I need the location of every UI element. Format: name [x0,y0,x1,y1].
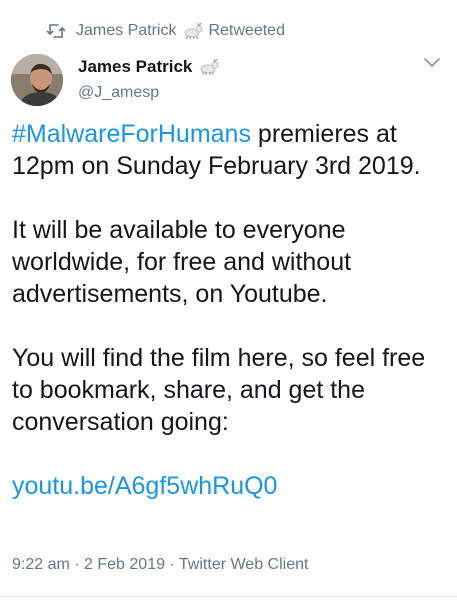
avatar[interactable] [11,54,63,106]
youtube-link[interactable]: youtu.be/A6gf5whRuQ0 [12,472,277,500]
tweet-header: James Patrick @J_amesp [0,46,457,110]
author-handle[interactable]: @J_amesp [78,84,159,102]
tweet-text: #MalwareForHumans premieres at 12pm on S… [12,118,447,534]
tweet-meta: 9:22 am · 2 Feb 2019 · Twitter Web Clien… [12,556,308,574]
goat-emoji-icon [200,58,219,75]
avatar-image [11,54,63,106]
tweet-client[interactable]: Twitter Web Client [179,556,309,573]
retweeted-label: Retweeted [208,22,285,39]
hashtag-link[interactable]: #MalwareForHumans [12,120,251,148]
author-name-text: James Patrick [78,57,193,76]
retweeter-name[interactable]: James Patrick [76,22,176,40]
tweet-paragraph: You will find the film here, so feel fre… [12,344,426,436]
author-name[interactable]: James Patrick [78,57,224,77]
meta-separator: · [69,556,85,573]
chevron-down-icon[interactable] [423,56,441,68]
tweet-date[interactable]: 2 Feb 2019 [84,556,165,573]
meta-separator: · [164,556,179,573]
retweet-banner: James Patrick Retweeted [46,20,285,42]
tweet-time[interactable]: 9:22 am [12,556,70,573]
tweet-paragraph: #MalwareForHumans premieres at 12pm on S… [12,118,447,182]
tweet-paragraph: youtu.be/A6gf5whRuQ0 [12,470,447,502]
tweet-paragraph: It will be available to everyone worldwi… [12,216,352,308]
retweet-icon [46,24,66,38]
goat-emoji-icon [185,22,203,39]
divider [0,596,457,597]
